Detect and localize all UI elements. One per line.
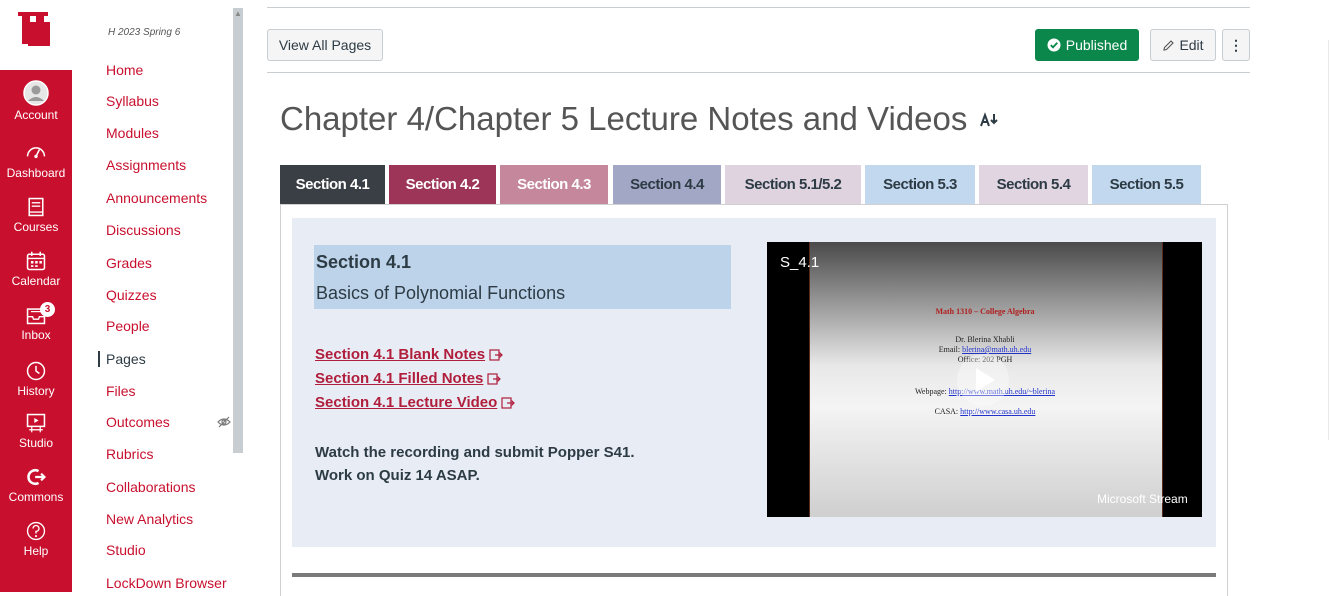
course-nav-new-analytics[interactable]: New Analytics bbox=[106, 511, 193, 527]
course-nav-collaborations[interactable]: Collaborations bbox=[106, 479, 196, 495]
course-nav-syllabus[interactable]: Syllabus bbox=[106, 93, 159, 109]
slide-name: Dr. Blerina Xhabli bbox=[955, 335, 1015, 344]
course-nav-files[interactable]: Files bbox=[106, 383, 136, 399]
pencil-icon bbox=[1163, 40, 1175, 51]
filled-notes-link[interactable]: Section 4.1 Filled Notes bbox=[315, 370, 502, 387]
course-nav-scrollbar[interactable] bbox=[233, 8, 243, 453]
check-circle-icon bbox=[1047, 38, 1061, 52]
nav-account-label: Account bbox=[14, 108, 58, 122]
course-nav-lockdown-browser[interactable]: LockDown Browser bbox=[106, 575, 227, 591]
dashboard-icon bbox=[26, 147, 46, 159]
page-edge bbox=[1328, 40, 1329, 440]
published-label: Published bbox=[1065, 37, 1128, 53]
slide-webpage-prefix: Webpage: bbox=[914, 387, 949, 396]
section-subtitle: Basics of Polynomial Functions bbox=[316, 283, 566, 303]
blank-notes-link[interactable]: Section 4.1 Blank Notes bbox=[315, 346, 503, 363]
nav-inbox[interactable]: 3 Inbox bbox=[0, 302, 72, 342]
slide-heading: Math 1310 – College Algebra bbox=[935, 307, 1035, 316]
nav-dashboard-label: Dashboard bbox=[6, 166, 66, 180]
nav-help[interactable]: Help bbox=[0, 520, 72, 558]
studio-icon bbox=[26, 413, 46, 433]
video-title: S_4.1 bbox=[780, 254, 820, 271]
help-icon bbox=[26, 521, 46, 541]
course-nav-home[interactable]: Home bbox=[106, 62, 143, 78]
nav-calendar-label: Calendar bbox=[11, 274, 61, 288]
course-nav-quizzes[interactable]: Quizzes bbox=[106, 287, 157, 303]
instruction-quiz: Work on Quiz 14 ASAP. bbox=[315, 467, 480, 484]
nav-account[interactable]: Account bbox=[0, 80, 72, 122]
course-nav-rubrics[interactable]: Rubrics bbox=[106, 446, 153, 462]
course-term: H 2023 Spring 6 bbox=[108, 27, 181, 38]
course-nav-announcements[interactable]: Announcements bbox=[106, 190, 207, 206]
inbox-badge: 3 bbox=[40, 302, 55, 317]
external-link-icon bbox=[487, 373, 502, 385]
blank-notes-label: Section 4.1 Blank Notes bbox=[315, 346, 486, 363]
calendar-icon bbox=[26, 251, 46, 271]
nav-help-label: Help bbox=[23, 544, 49, 558]
slide-casa: http://www.casa.uh.edu bbox=[960, 407, 1036, 416]
commons-icon bbox=[27, 469, 47, 485]
nav-commons-label: Commons bbox=[8, 490, 64, 504]
view-all-pages-button[interactable]: View All Pages bbox=[267, 29, 383, 61]
tab-section-5-3[interactable]: Section 5.3 bbox=[865, 165, 975, 205]
nav-commons[interactable]: Commons bbox=[0, 466, 72, 504]
tab-section-5-5[interactable]: Section 5.5 bbox=[1092, 165, 1201, 205]
history-icon bbox=[26, 361, 46, 381]
play-icon[interactable] bbox=[955, 352, 1011, 408]
instruction-popper: Watch the recording and submit Popper S4… bbox=[315, 444, 635, 461]
microsoft-stream-label: Microsoft Stream bbox=[1097, 492, 1188, 506]
slide-casa-prefix: CASA: bbox=[934, 407, 961, 416]
nav-history-label: History bbox=[17, 384, 55, 398]
global-nav: Account Dashboard Courses Calendar 3 Inb… bbox=[0, 0, 72, 592]
nav-dashboard[interactable]: Dashboard bbox=[0, 142, 72, 180]
tab-section-4-4[interactable]: Section 4.4 bbox=[613, 165, 721, 205]
nav-history[interactable]: History bbox=[0, 360, 72, 398]
section-divider bbox=[292, 573, 1216, 577]
hidden-eye-icon bbox=[217, 416, 231, 428]
uh-logo-icon bbox=[18, 12, 50, 46]
section-number: Section 4.1 bbox=[316, 252, 412, 272]
published-button[interactable]: Published bbox=[1035, 29, 1139, 61]
course-nav-modules[interactable]: Modules bbox=[106, 125, 159, 141]
edit-label: Edit bbox=[1179, 37, 1204, 53]
tab-section-4-3[interactable]: Section 4.3 bbox=[500, 165, 608, 205]
external-link-icon bbox=[489, 349, 503, 361]
course-nav-pages[interactable]: Pages bbox=[98, 351, 146, 367]
tab-section-5-4[interactable]: Section 5.4 bbox=[979, 165, 1088, 205]
nav-courses-label: Courses bbox=[13, 220, 59, 234]
lecture-video-label: Section 4.1 Lecture Video bbox=[315, 394, 498, 411]
page-title: Chapter 4/Chapter 5 Lecture Notes and Vi… bbox=[280, 100, 999, 138]
lecture-video-link[interactable]: Section 4.1 Lecture Video bbox=[315, 394, 516, 411]
course-nav-assignments[interactable]: Assignments bbox=[106, 157, 186, 173]
edit-button[interactable]: Edit bbox=[1150, 29, 1216, 61]
tab-section-5-1-5-2[interactable]: Section 5.1/5.2 bbox=[725, 165, 861, 205]
nav-studio-label: Studio bbox=[18, 436, 54, 450]
filled-notes-label: Section 4.1 Filled Notes bbox=[315, 370, 484, 387]
tab-section-4-1[interactable]: Section 4.1 bbox=[280, 165, 385, 205]
course-nav-outcomes[interactable]: Outcomes bbox=[106, 414, 170, 430]
courses-icon bbox=[28, 197, 44, 217]
account-icon bbox=[23, 80, 49, 106]
more-options-button[interactable]: ⋮ bbox=[1222, 29, 1250, 61]
nav-studio[interactable]: Studio bbox=[0, 412, 72, 450]
nav-inbox-label: Inbox bbox=[21, 328, 51, 342]
course-nav-discussions[interactable]: Discussions bbox=[106, 222, 181, 238]
course-nav-people[interactable]: People bbox=[106, 318, 150, 334]
external-link-icon bbox=[501, 397, 516, 409]
tab-section-4-2[interactable]: Section 4.2 bbox=[389, 165, 496, 205]
course-nav: H 2023 Spring 6 Home Syllabus Modules As… bbox=[72, 0, 244, 592]
nav-courses[interactable]: Courses bbox=[0, 196, 72, 234]
course-nav-grades[interactable]: Grades bbox=[106, 255, 152, 271]
scroll-up-arrow-icon[interactable]: ▲ bbox=[234, 9, 242, 18]
page-title-text: Chapter 4/Chapter 5 Lecture Notes and Vi… bbox=[280, 100, 968, 137]
uh-logo[interactable] bbox=[0, 0, 72, 70]
course-nav-outcomes-label: Outcomes bbox=[106, 414, 170, 430]
immersive-reader-icon[interactable] bbox=[979, 112, 999, 128]
course-nav-studio[interactable]: Studio bbox=[106, 542, 146, 558]
slide-casa-line: CASA: http://www.casa.uh.edu bbox=[809, 407, 1161, 416]
nav-calendar[interactable]: Calendar bbox=[0, 250, 72, 288]
